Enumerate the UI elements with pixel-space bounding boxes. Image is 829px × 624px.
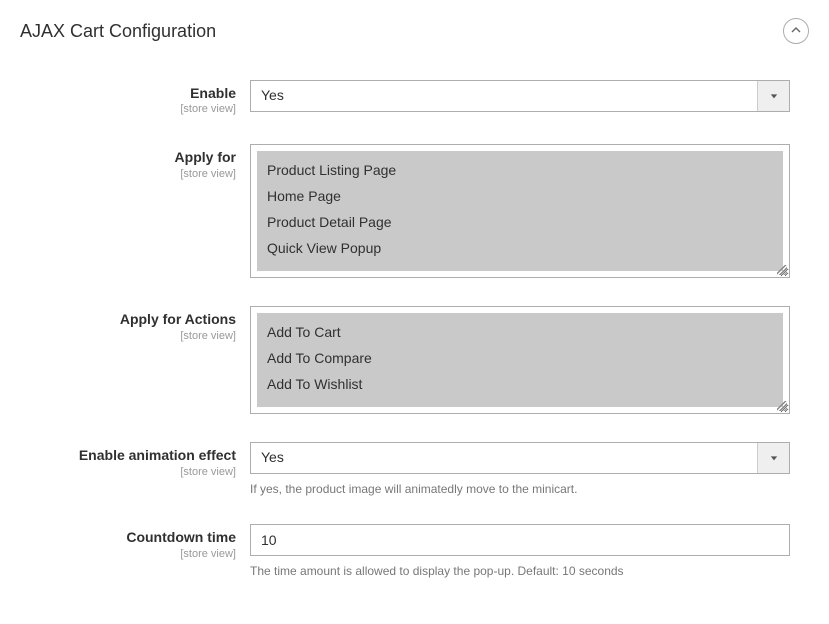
field-apply-for-actions: Apply for Actions [store view] Add To Ca… bbox=[20, 306, 809, 414]
enable-select-value: Yes bbox=[251, 81, 757, 111]
apply-for-actions-selected-group: Add To Cart Add To Compare Add To Wishli… bbox=[257, 313, 783, 407]
enable-select[interactable]: Yes bbox=[250, 80, 790, 112]
caret-down-icon bbox=[770, 87, 778, 105]
enable-label: Enable bbox=[20, 84, 236, 102]
enable-animation-select[interactable]: Yes bbox=[250, 442, 790, 474]
caret-down-icon bbox=[770, 449, 778, 467]
field-label-col: Countdown time [store view] bbox=[20, 524, 250, 578]
enable-animation-select-value: Yes bbox=[251, 443, 757, 473]
field-apply-for: Apply for [store view] Product Listing P… bbox=[20, 144, 809, 278]
apply-for-option[interactable]: Product Listing Page bbox=[257, 157, 783, 183]
apply-for-label: Apply for bbox=[20, 148, 236, 166]
field-label-col: Enable [store view] bbox=[20, 80, 250, 116]
field-input-col: The time amount is allowed to display th… bbox=[250, 524, 790, 578]
chevron-up-icon bbox=[791, 22, 801, 40]
apply-for-scope: [store view] bbox=[20, 167, 236, 181]
enable-animation-label: Enable animation effect bbox=[20, 446, 236, 464]
apply-for-option[interactable]: Quick View Popup bbox=[257, 235, 783, 261]
resize-handle-icon bbox=[777, 401, 787, 411]
countdown-scope: [store view] bbox=[20, 547, 236, 561]
apply-for-actions-option[interactable]: Add To Compare bbox=[257, 345, 783, 371]
section-header: AJAX Cart Configuration bbox=[20, 18, 809, 44]
field-input-col: Product Listing Page Home Page Product D… bbox=[250, 144, 790, 278]
dropdown-caret bbox=[757, 443, 789, 473]
enable-animation-helper: If yes, the product image will animatedl… bbox=[250, 482, 790, 496]
enable-animation-scope: [store view] bbox=[20, 465, 236, 479]
dropdown-caret bbox=[757, 81, 789, 111]
countdown-label: Countdown time bbox=[20, 528, 236, 546]
apply-for-selected-group: Product Listing Page Home Page Product D… bbox=[257, 151, 783, 271]
apply-for-multiselect[interactable]: Product Listing Page Home Page Product D… bbox=[250, 144, 790, 278]
field-label-col: Enable animation effect [store view] bbox=[20, 442, 250, 496]
apply-for-option[interactable]: Product Detail Page bbox=[257, 209, 783, 235]
field-enable: Enable [store view] Yes bbox=[20, 80, 809, 116]
resize-handle-icon bbox=[777, 265, 787, 275]
field-enable-animation: Enable animation effect [store view] Yes… bbox=[20, 442, 809, 496]
field-label-col: Apply for [store view] bbox=[20, 144, 250, 278]
apply-for-actions-scope: [store view] bbox=[20, 329, 236, 343]
field-label-col: Apply for Actions [store view] bbox=[20, 306, 250, 414]
apply-for-actions-label: Apply for Actions bbox=[20, 310, 236, 328]
countdown-input[interactable] bbox=[250, 524, 790, 556]
field-countdown: Countdown time [store view] The time amo… bbox=[20, 524, 809, 578]
apply-for-actions-multiselect[interactable]: Add To Cart Add To Compare Add To Wishli… bbox=[250, 306, 790, 414]
field-input-col: Add To Cart Add To Compare Add To Wishli… bbox=[250, 306, 790, 414]
field-input-col: Yes bbox=[250, 80, 790, 116]
enable-scope: [store view] bbox=[20, 102, 236, 116]
field-input-col: Yes If yes, the product image will anima… bbox=[250, 442, 790, 496]
apply-for-actions-option[interactable]: Add To Wishlist bbox=[257, 371, 783, 397]
section-title: AJAX Cart Configuration bbox=[20, 21, 216, 42]
countdown-helper: The time amount is allowed to display th… bbox=[250, 564, 790, 578]
collapse-toggle-button[interactable] bbox=[783, 18, 809, 44]
apply-for-option[interactable]: Home Page bbox=[257, 183, 783, 209]
apply-for-actions-option[interactable]: Add To Cart bbox=[257, 319, 783, 345]
